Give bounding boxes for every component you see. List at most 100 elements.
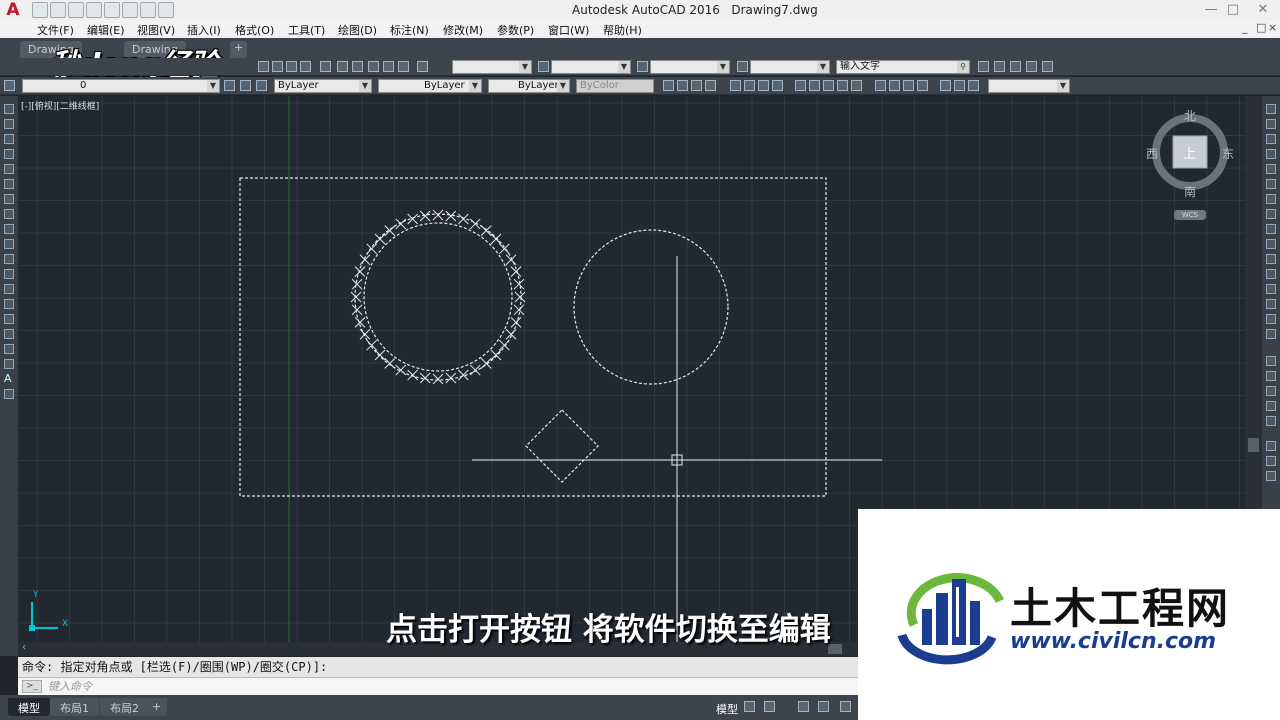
mirror-icon[interactable] [1266,134,1276,144]
array-icon[interactable] [1266,164,1276,174]
zoom-previous-icon[interactable] [300,61,311,72]
table-style-select[interactable]: ▼ [650,60,730,74]
save-icon[interactable] [68,2,84,18]
properties-icon[interactable] [320,61,331,72]
make-block-icon[interactable] [4,284,14,294]
help-icon[interactable] [417,61,428,72]
markup-icon[interactable] [383,61,394,72]
model-space-label[interactable]: 模型 [716,701,738,717]
menu-window[interactable]: 窗口(W) [548,22,589,38]
quickcalc-icon[interactable] [398,61,409,72]
group-icon[interactable] [1266,441,1276,451]
zoom-realtime-icon[interactable] [272,61,283,72]
linetype-select[interactable]: ByLayer ▼ [378,79,482,93]
table-icon[interactable] [4,359,14,369]
scale-icon[interactable] [1266,209,1276,219]
menu-file[interactable]: 文件(F) [37,22,74,38]
bring-front-icon[interactable] [1266,371,1276,381]
mleader-style-select[interactable]: ▼ [750,60,830,74]
table-style-icon[interactable] [637,61,648,72]
insert-block-icon[interactable] [4,269,14,279]
copy-icon[interactable] [1266,119,1276,129]
command-input[interactable] [48,679,828,694]
arc-length-icon[interactable] [691,80,702,91]
line-icon[interactable] [4,104,14,114]
command-customize-icon[interactable]: >_ [22,680,42,693]
arc-icon[interactable] [4,179,14,189]
hatch-back-icon[interactable] [1266,416,1276,426]
scroll-thumb[interactable] [1248,438,1259,452]
trim-icon[interactable] [1266,239,1276,249]
center-mark-icon[interactable] [889,80,900,91]
break-icon[interactable] [1266,269,1276,279]
design-center-icon[interactable] [337,61,348,72]
extend-icon[interactable] [1266,254,1276,264]
make-current-icon[interactable] [224,80,235,91]
layer-match-icon[interactable] [1026,61,1037,72]
inspect-icon[interactable] [903,80,914,91]
linear-dim-icon[interactable] [663,80,674,91]
hatch-icon[interactable] [4,314,14,324]
add-layout-icon[interactable]: + [146,698,168,716]
offset-icon[interactable] [1266,149,1276,159]
layer-previous-icon[interactable] [1010,61,1021,72]
doc-close-icon[interactable]: × [1268,21,1277,34]
menu-dimension[interactable]: 标注(N) [390,22,429,38]
radius-dim-icon[interactable] [730,80,741,91]
grid-toggle-icon[interactable] [744,701,755,712]
menu-edit[interactable]: 编辑(E) [87,22,125,38]
text-front-icon[interactable] [1266,401,1276,411]
rectangle-icon[interactable] [4,164,14,174]
new-icon[interactable] [32,2,48,18]
menu-view[interactable]: 视图(V) [137,22,175,38]
send-back-icon[interactable] [1266,386,1276,396]
dim-space-icon[interactable] [837,80,848,91]
continue-dim-icon[interactable] [823,80,834,91]
print-icon[interactable] [104,2,120,18]
spline-icon[interactable] [4,224,14,234]
dim-style-select[interactable]: ▼ [551,60,631,74]
dim-update-icon[interactable] [968,80,979,91]
qat-dropdown-icon[interactable] [158,2,174,18]
layer-select[interactable]: 0 ▼ [22,79,220,93]
tool-palettes-icon[interactable] [352,61,363,72]
ordinate-dim-icon[interactable] [705,80,716,91]
multiline-text-icon[interactable]: A [4,373,14,384]
doc-minimize-icon[interactable]: _ [1242,21,1248,34]
text-style-select[interactable]: ▼ [452,60,532,74]
gradient-icon[interactable] [4,329,14,339]
fillet-icon[interactable] [1266,314,1276,324]
region-icon[interactable] [4,344,14,354]
search-input[interactable]: 输入文字 ⚲ [836,60,970,74]
dim-break-icon[interactable] [851,80,862,91]
ortho-toggle-icon[interactable] [798,701,809,712]
close-button[interactable]: ✕ [1240,0,1280,20]
layout-tab-model[interactable]: 模型 [8,698,50,716]
angular-dim-icon[interactable] [772,80,783,91]
osnap-toggle-icon[interactable] [840,701,851,712]
ellipse-arc-icon[interactable] [4,254,14,264]
pan-icon[interactable] [258,61,269,72]
menu-draw[interactable]: 绘图(D) [338,22,377,38]
layer-state-icon[interactable] [994,61,1005,72]
layout-tab-layout1[interactable]: 布局1 [50,698,99,716]
group-edit-icon[interactable] [1266,471,1276,481]
jogged-linear-icon[interactable] [917,80,928,91]
rotate-icon[interactable] [1266,194,1276,204]
color-select[interactable]: ByLayer ▼ [274,79,372,93]
compass-south[interactable]: 南 [1184,183,1196,200]
zoom-window-icon[interactable] [286,61,297,72]
layout-tab-layout2[interactable]: 布局2 [100,698,149,716]
viewport-controls[interactable]: [-][俯视][二维线框] [21,99,99,112]
dim-text-edit-icon[interactable] [954,80,965,91]
point-icon[interactable] [4,299,14,309]
menu-modify[interactable]: 修改(M) [443,22,483,38]
construction-line-icon[interactable] [4,119,14,129]
workspace-icon[interactable] [978,61,989,72]
redo-icon[interactable] [140,2,156,18]
scroll-left-icon[interactable]: ‹ [22,642,26,653]
ungroup-icon[interactable] [1266,456,1276,466]
save-as-icon[interactable] [86,2,102,18]
revision-cloud-icon[interactable] [4,209,14,219]
sheet-set-icon[interactable] [368,61,379,72]
